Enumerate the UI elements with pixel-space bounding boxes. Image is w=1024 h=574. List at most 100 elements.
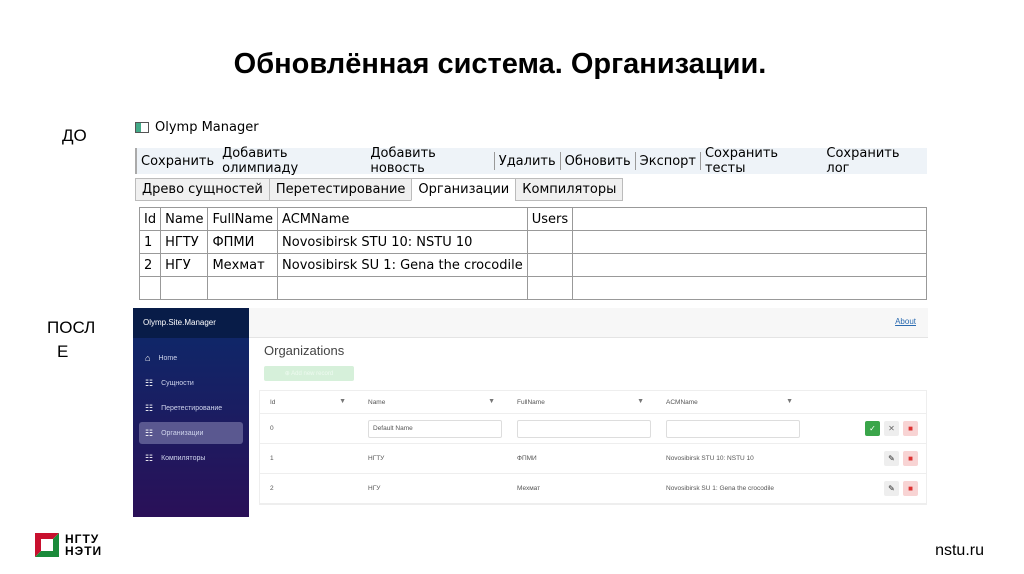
logo-mark-icon bbox=[35, 533, 59, 557]
add-olympiad-button[interactable]: Добавить олимпиаду bbox=[218, 146, 366, 176]
add-new-record-button[interactable]: ⊕ Add new record bbox=[264, 366, 354, 381]
tab-organizations[interactable]: Организации bbox=[411, 178, 517, 201]
col-label: ACMName bbox=[666, 398, 698, 406]
col-label: FullName bbox=[517, 398, 545, 406]
filler bbox=[572, 207, 927, 231]
tab-compilers[interactable]: Компиляторы bbox=[515, 178, 624, 201]
after-label-1: ПОСЛ bbox=[47, 318, 96, 337]
col-label: Name bbox=[368, 398, 386, 406]
top-bar: About bbox=[249, 308, 928, 338]
col-name[interactable]: Name ▼ bbox=[358, 398, 507, 406]
trash-icon[interactable]: ■ bbox=[903, 481, 918, 496]
export-button[interactable]: Экспорт bbox=[636, 154, 700, 169]
filter-icon[interactable]: ▼ bbox=[339, 398, 346, 405]
sidebar: Olymp.Site.Manager ⌂ Home ☷ Сущности ☷ Пере… bbox=[133, 308, 249, 517]
pencil-icon[interactable]: ✎ bbox=[884, 451, 899, 466]
window-title: Olymp Manager bbox=[155, 120, 259, 135]
fullname-input[interactable] bbox=[517, 419, 651, 438]
nav-label: Компиляторы bbox=[161, 454, 206, 462]
nav-label: Организации bbox=[161, 429, 204, 437]
cell[interactable] bbox=[207, 276, 279, 300]
nav-retesting[interactable]: ☷ Перетестирование bbox=[139, 397, 243, 419]
refresh-button[interactable]: Обновить bbox=[561, 154, 635, 169]
save-log-button[interactable]: Сохранить лог bbox=[822, 146, 927, 176]
list-icon: ☷ bbox=[145, 452, 154, 463]
grid-header: Id ▼ Name ▼ FullName ▼ ACMName ▼ bbox=[260, 391, 926, 414]
cell[interactable] bbox=[526, 230, 574, 254]
list-icon: ☷ bbox=[145, 377, 154, 388]
trash-icon[interactable]: ■ bbox=[903, 421, 918, 436]
slide-title: Обновлённая система. Организации. bbox=[233, 48, 767, 80]
after-label-2: Е bbox=[57, 342, 69, 361]
cell[interactable]: НГТУ bbox=[160, 230, 209, 254]
nav-label: Сущности bbox=[161, 379, 194, 387]
filter-icon[interactable]: ▼ bbox=[637, 398, 644, 405]
col-acmname[interactable]: ACMName bbox=[277, 207, 528, 231]
cell[interactable]: 1 bbox=[138, 230, 162, 254]
save-button[interactable]: Сохранить bbox=[137, 154, 218, 169]
cell[interactable] bbox=[277, 276, 528, 300]
about-link[interactable]: About bbox=[895, 317, 916, 326]
cell[interactable] bbox=[160, 276, 209, 300]
col-id[interactable]: Id bbox=[138, 207, 162, 231]
cell[interactable] bbox=[526, 276, 574, 300]
cell: НГУ bbox=[368, 485, 381, 492]
cell[interactable]: Novosibirsk SU 1: Gena the crocodile bbox=[277, 253, 528, 277]
new-row: 0 ✓ ✕ ■ bbox=[260, 414, 926, 444]
cell: 1 bbox=[270, 455, 274, 462]
brand[interactable]: Olymp.Site.Manager bbox=[133, 308, 249, 338]
table-row: 2 НГУ Мехмат Novosibirsk SU 1: Gena the … bbox=[260, 474, 926, 504]
organizations-grid: Id ▼ Name ▼ FullName ▼ ACMName ▼ 0 ✓ ✕ ■ 1 НГТ… bbox=[259, 390, 927, 505]
trash-icon[interactable]: ■ bbox=[903, 451, 918, 466]
check-icon[interactable]: ✓ bbox=[865, 421, 880, 436]
nav-home[interactable]: ⌂ Home bbox=[139, 347, 243, 369]
nav-organizations[interactable]: ☷ Организации bbox=[139, 422, 243, 444]
before-label: ДО bbox=[62, 126, 87, 145]
tab-retesting[interactable]: Перетестирование bbox=[268, 178, 413, 201]
filter-icon[interactable]: ▼ bbox=[786, 398, 793, 405]
name-input[interactable] bbox=[368, 419, 502, 438]
old-app-window: Olymp Manager Сохранить Добавить олимпиа… bbox=[135, 114, 927, 306]
nav-label: Перетестирование bbox=[161, 404, 223, 412]
col-acmname[interactable]: ACMName ▼ bbox=[656, 398, 805, 406]
cell: ФПМИ bbox=[517, 455, 537, 462]
col-label: Id bbox=[270, 398, 276, 406]
col-fullname[interactable]: FullName ▼ bbox=[507, 398, 656, 406]
new-app-window: Olymp.Site.Manager ⌂ Home ☷ Сущности ☷ Пере… bbox=[133, 308, 928, 517]
nav-compilers[interactable]: ☷ Компиляторы bbox=[139, 447, 243, 469]
cell[interactable]: НГУ bbox=[160, 253, 209, 277]
delete-button[interactable]: Удалить bbox=[495, 154, 560, 169]
col-fullname[interactable]: FullName bbox=[207, 207, 279, 231]
col-name[interactable]: Name bbox=[160, 207, 209, 231]
cell[interactable] bbox=[138, 276, 162, 300]
filler bbox=[572, 276, 927, 300]
main-content: About Organizations ⊕ Add new record Id ▼… bbox=[249, 308, 928, 517]
list-icon: ☷ bbox=[145, 402, 154, 413]
nav-label: Home bbox=[158, 354, 178, 362]
nav-entities[interactable]: ☷ Сущности bbox=[139, 372, 243, 394]
tab-entity-tree[interactable]: Древо сущностей bbox=[135, 178, 270, 201]
table-row-empty bbox=[138, 276, 927, 300]
cell[interactable]: Мехмат bbox=[207, 253, 279, 277]
cell: НГТУ bbox=[368, 455, 385, 462]
id-cell: 0 bbox=[270, 425, 274, 432]
close-icon[interactable]: ✕ bbox=[884, 421, 899, 436]
cell[interactable] bbox=[526, 253, 574, 277]
organizations-table: Id Name FullName ACMName Users 1 НГТУ ФПМИ Novo… bbox=[138, 207, 927, 300]
page-title: Organizations bbox=[264, 343, 345, 358]
pencil-icon[interactable]: ✎ bbox=[884, 481, 899, 496]
table-row: 1 НГТУ ФПМИ Novosibirsk STU 10: NSTU 10 bbox=[138, 230, 927, 254]
logo-text: НЭТИ bbox=[65, 544, 103, 558]
acmname-input[interactable] bbox=[666, 419, 800, 438]
cell[interactable]: 2 bbox=[138, 253, 162, 277]
filler bbox=[572, 230, 927, 254]
col-id[interactable]: Id ▼ bbox=[260, 398, 358, 406]
table-row: 2 НГУ Мехмат Novosibirsk SU 1: Gena the cro… bbox=[138, 253, 927, 277]
filter-icon[interactable]: ▼ bbox=[488, 398, 495, 405]
add-news-button[interactable]: Добавить новость bbox=[366, 146, 493, 176]
cell: 2 bbox=[270, 485, 274, 492]
cell[interactable]: Novosibirsk STU 10: NSTU 10 bbox=[277, 230, 528, 254]
save-tests-button[interactable]: Сохранить тесты bbox=[701, 146, 822, 176]
cell[interactable]: ФПМИ bbox=[207, 230, 279, 254]
col-users[interactable]: Users bbox=[526, 207, 574, 231]
